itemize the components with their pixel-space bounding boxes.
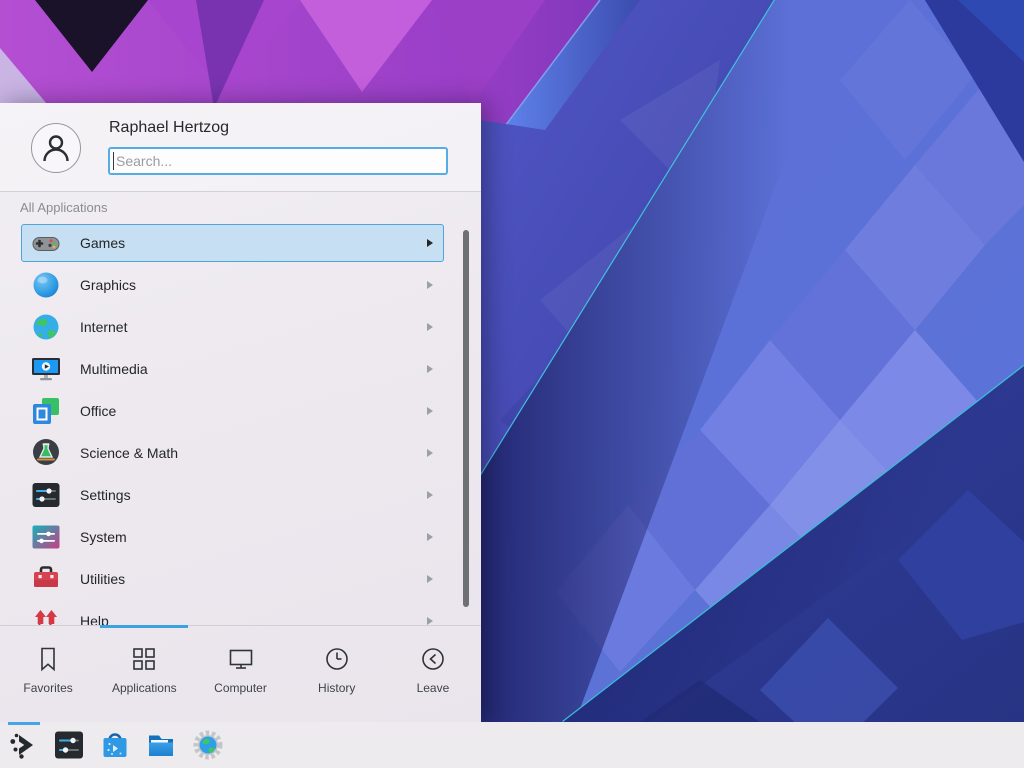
monitor-icon	[227, 645, 255, 673]
category-label: Games	[80, 235, 427, 251]
desktop: Raphael Hertzog All Applications	[0, 0, 1024, 768]
utilities-icon	[30, 563, 62, 595]
category-graphics[interactable]: Graphics	[21, 264, 444, 306]
chevron-right-icon	[427, 281, 433, 289]
browser-icon[interactable]	[192, 729, 224, 761]
tab-label: Applications	[112, 681, 177, 695]
file-manager-icon[interactable]	[145, 729, 177, 761]
category-help[interactable]: Help	[21, 600, 444, 625]
help-icon	[30, 605, 62, 625]
category-list: Games Graphics	[0, 222, 481, 625]
category-label: System	[80, 529, 427, 545]
taskbar: ES 7:03 PM 4/24/21	[0, 722, 1024, 768]
multimedia-icon	[30, 353, 62, 385]
active-task-indicator	[8, 722, 40, 725]
category-label: Utilities	[80, 571, 427, 587]
user-avatar[interactable]	[31, 123, 81, 173]
tab-label: Computer	[214, 681, 267, 695]
category-label: Internet	[80, 319, 427, 335]
graphics-icon	[30, 269, 62, 301]
tab-applications[interactable]: Applications	[96, 626, 192, 722]
chevron-right-icon	[427, 575, 433, 583]
tab-leave[interactable]: Leave	[385, 626, 481, 722]
user-icon	[38, 130, 74, 166]
category-label: Help	[80, 613, 427, 625]
office-icon	[30, 395, 62, 427]
grid-icon	[130, 645, 158, 673]
list-scrollbar[interactable]	[463, 230, 469, 607]
chevron-right-icon	[427, 239, 433, 247]
launcher-tab-bar: Favorites Applications Computer	[0, 625, 481, 722]
tab-computer[interactable]: Computer	[192, 626, 288, 722]
launcher-header: Raphael Hertzog	[0, 103, 481, 192]
science-icon	[30, 437, 62, 469]
category-label: Science & Math	[80, 445, 427, 461]
category-office[interactable]: Office	[21, 390, 444, 432]
category-games[interactable]: Games	[21, 222, 444, 264]
category-label: Graphics	[80, 277, 427, 293]
category-science-math[interactable]: Science & Math	[21, 432, 444, 474]
category-settings[interactable]: Settings	[21, 474, 444, 516]
kde-launcher-icon[interactable]	[8, 729, 40, 761]
clock-icon	[323, 645, 351, 673]
games-icon	[30, 227, 62, 259]
chevron-right-icon	[427, 491, 433, 499]
tab-history[interactable]: History	[289, 626, 385, 722]
leave-icon	[419, 645, 447, 673]
text-cursor	[113, 152, 114, 170]
tab-label: Favorites	[23, 681, 72, 695]
internet-icon	[30, 311, 62, 343]
category-label: Office	[80, 403, 427, 419]
chevron-right-icon	[427, 533, 433, 541]
search-input[interactable]	[108, 147, 448, 175]
tab-label: History	[318, 681, 355, 695]
system-settings-icon[interactable]	[53, 729, 85, 761]
section-label: All Applications	[20, 200, 107, 215]
chevron-right-icon	[427, 407, 433, 415]
system-icon	[30, 521, 62, 553]
discover-icon[interactable]	[99, 729, 131, 761]
category-utilities[interactable]: Utilities	[21, 558, 444, 600]
chevron-right-icon	[427, 449, 433, 457]
user-name: Raphael Hertzog	[109, 119, 229, 137]
chevron-right-icon	[427, 323, 433, 331]
category-system[interactable]: System	[21, 516, 444, 558]
settings-icon	[30, 479, 62, 511]
tab-favorites[interactable]: Favorites	[0, 626, 96, 722]
category-label: Multimedia	[80, 361, 427, 377]
tab-label: Leave	[417, 681, 450, 695]
category-multimedia[interactable]: Multimedia	[21, 348, 444, 390]
category-internet[interactable]: Internet	[21, 306, 444, 348]
chevron-right-icon	[427, 365, 433, 373]
bookmark-icon	[34, 645, 62, 673]
application-launcher-menu: Raphael Hertzog All Applications	[0, 103, 481, 722]
category-label: Settings	[80, 487, 427, 503]
chevron-right-icon	[427, 617, 433, 625]
